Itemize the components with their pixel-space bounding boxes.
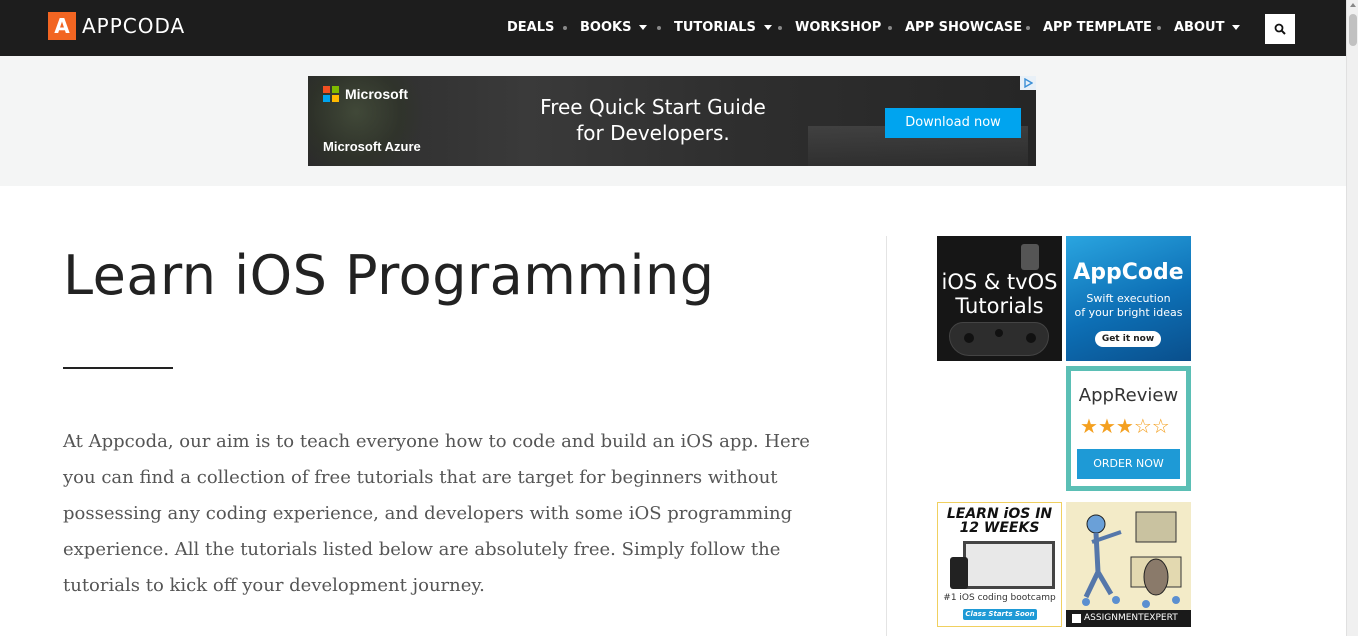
nav-item-label: ABOUT (1174, 20, 1225, 35)
ad-title-line: iOS & tvOS (941, 270, 1058, 294)
nav-item-tutorials[interactable]: TUTORIALS (674, 20, 772, 35)
azure-banner-ad[interactable]: Microsoft Microsoft Azure Free Quick Sta… (308, 76, 1036, 166)
class-starts-soon-button[interactable]: Class Starts Soon (963, 609, 1037, 620)
cartoon-illustration (1066, 502, 1191, 610)
ad-headline-line: Free Quick Start Guide (540, 95, 766, 119)
nav-item-app-template[interactable]: APP TEMPLATE (1043, 20, 1152, 35)
download-now-button[interactable]: Download now (885, 108, 1021, 138)
order-now-button[interactable]: ORDER NOW (1077, 449, 1180, 479)
nav-item-books[interactable]: BOOKS (580, 20, 648, 35)
star-filled-icon: ★ (1115, 414, 1134, 438)
ad-title-line: LEARN iOS IN (946, 506, 1053, 522)
nav-item-label: WORKSHOP (795, 20, 882, 35)
assignment-expert-ad[interactable]: ASSIGNMENTEXPERT (1066, 502, 1191, 627)
vertical-scrollbar[interactable] (1346, 0, 1358, 636)
nav-separator (563, 26, 567, 30)
scroll-up-arrow-icon[interactable] (1350, 3, 1356, 7)
nav-item-deals[interactable]: DEALS (507, 20, 554, 35)
ad-subtitle: #1 iOS coding bootcamp (943, 593, 1056, 603)
chevron-down-icon (1232, 25, 1241, 30)
logo-text: APPCODA (82, 14, 186, 38)
ad-title-line: 12 WEEKS (959, 520, 1040, 536)
top-navigation-bar: A APPCODA DEALS BOOKS TUTORIALS WORKSHOP… (0, 0, 1346, 56)
ad-title-line: Tutorials (955, 294, 1044, 318)
assignment-expert-logo-icon (1072, 614, 1081, 623)
appcode-ad[interactable]: AppCode Swift execution of your bright i… (1066, 236, 1191, 361)
microsoft-logo-icon (323, 86, 339, 102)
logo-mark: A (48, 12, 76, 40)
phone-image (950, 557, 968, 589)
ios-tvos-tutorials-ad[interactable]: iOS & tvOS Tutorials (937, 236, 1062, 361)
ad-title: iOS & tvOS Tutorials (937, 270, 1062, 318)
star-filled-icon: ★ (1080, 414, 1098, 438)
title-underline (63, 367, 173, 369)
get-it-now-button[interactable]: Get it now (1095, 331, 1161, 347)
scrollbar-thumb[interactable] (1349, 14, 1357, 46)
site-logo[interactable]: A APPCODA (48, 12, 185, 40)
ad-product: Microsoft Azure (323, 139, 421, 154)
microsoft-logo: Microsoft (323, 86, 408, 102)
chevron-down-icon (639, 25, 648, 30)
nav-item-label: APP TEMPLATE (1043, 20, 1152, 35)
nav-item-workshop[interactable]: WORKSHOP (795, 20, 881, 35)
nav-separator (888, 26, 892, 30)
star-filled-icon: ★ (1097, 414, 1116, 438)
ad-subtitle-line: of your bright ideas (1074, 306, 1183, 319)
ad-headline-line: for Developers. (576, 121, 730, 145)
nav-item-label: DEALS (507, 20, 555, 35)
adchoices-icon[interactable] (1020, 76, 1036, 90)
chevron-down-icon (763, 25, 772, 30)
learn-ios-bootcamp-ad[interactable]: LEARN iOS IN 12 WEEKS #1 iOS coding boot… (937, 502, 1062, 627)
nav-item-label: TUTORIALS (674, 20, 756, 35)
nav-separator (778, 26, 782, 30)
nav-item-about[interactable]: ABOUT (1174, 20, 1241, 35)
ad-brand: ASSIGNMENTEXPERT (1084, 613, 1178, 623)
laptop-image (963, 541, 1055, 589)
ad-title: LEARN iOS IN 12 WEEKS (938, 507, 1061, 535)
nav-separator (1026, 26, 1030, 30)
ad-brand: Microsoft (345, 86, 408, 102)
ad-title: AppCode (1073, 260, 1184, 285)
search-button[interactable] (1265, 14, 1295, 44)
appreview-ad[interactable]: AppReview ★★★☆☆ ORDER NOW (1066, 366, 1191, 491)
nav-separator (657, 26, 661, 30)
nav-item-label: APP SHOWCASE (905, 20, 1023, 35)
robot-icon (1021, 244, 1039, 270)
ad-subtitle-line: Swift execution (1086, 292, 1171, 305)
game-controller-icon (949, 322, 1049, 356)
ad-subtitle: Swift execution of your bright ideas (1066, 292, 1191, 320)
nav-item-app-showcase[interactable]: APP SHOWCASE (905, 20, 1022, 35)
ad-title: AppReview (1078, 385, 1179, 406)
nav-separator (1157, 26, 1161, 30)
adchoices-triangle-icon (1024, 78, 1033, 88)
star-empty-icon: ☆ (1133, 414, 1152, 438)
ad-footer: ASSIGNMENTEXPERT (1066, 610, 1191, 627)
star-rating: ★★★☆☆ (1080, 414, 1170, 438)
nav-item-label: BOOKS (580, 20, 632, 35)
intro-paragraph: At Appcoda, our aim is to teach everyone… (63, 431, 810, 596)
ad-headline: Free Quick Start Guide for Developers. (508, 94, 798, 146)
page-title: Learn iOS Programming (63, 244, 715, 307)
search-icon (1274, 23, 1286, 35)
star-empty-icon: ☆ (1151, 414, 1170, 438)
sidebar-divider (886, 236, 887, 636)
